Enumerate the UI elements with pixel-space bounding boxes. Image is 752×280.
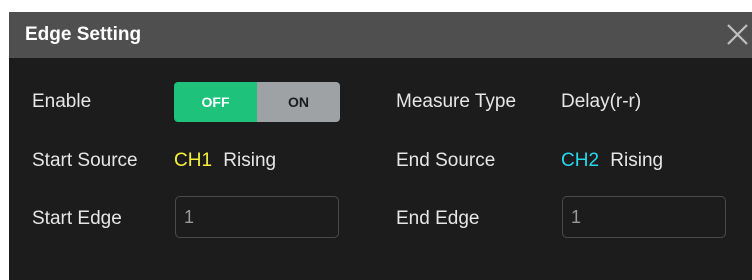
start-source-label: Start Source — [32, 150, 138, 171]
start-source-value[interactable]: CH1 Rising — [174, 150, 276, 172]
enable-on-option[interactable]: ON — [257, 82, 340, 122]
enable-label: Enable — [32, 91, 92, 112]
end-source-value[interactable]: CH2 Rising — [561, 150, 663, 172]
end-source-label: End Source — [396, 150, 496, 171]
start-source-edge: Rising — [223, 150, 277, 171]
end-edge-label: End Edge — [396, 208, 480, 229]
start-edge-label: Start Edge — [32, 208, 122, 229]
dialog-title: Edge Setting — [25, 24, 142, 45]
end-source-channel: CH2 — [561, 150, 600, 171]
edge-setting-dialog: Edge Setting Enable OFF ON Measure Type … — [9, 12, 752, 280]
close-icon[interactable] — [722, 20, 752, 50]
measure-type-value[interactable]: Delay(r-r) — [561, 91, 641, 113]
enable-off-option[interactable]: OFF — [174, 82, 257, 122]
measure-type-label: Measure Type — [396, 91, 517, 112]
enable-toggle[interactable]: OFF ON — [174, 82, 340, 122]
dialog-title-bar: Edge Setting — [9, 12, 752, 58]
start-source-channel: CH1 — [174, 150, 213, 171]
end-edge-input[interactable] — [562, 196, 726, 238]
start-edge-input[interactable] — [175, 196, 339, 238]
end-source-edge: Rising — [610, 150, 664, 171]
